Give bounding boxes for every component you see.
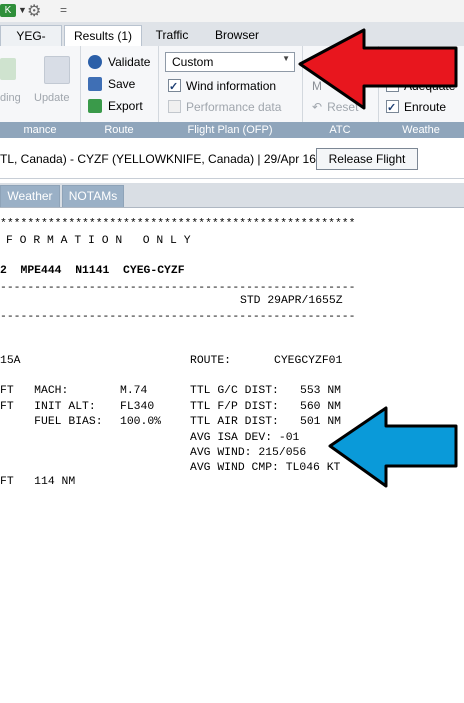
red-arrow-annotation (298, 28, 458, 110)
report-dashes-2: ----------------------------------------… (0, 311, 356, 323)
route-summary: TL, Canada) - CYZF (YELLOWKNIFE, Canada)… (0, 152, 358, 166)
tab-traffic[interactable]: Traffic (142, 25, 202, 45)
report-stars: ****************************************… (0, 218, 356, 230)
save-icon (88, 77, 102, 91)
tab-flight[interactable]: YEG-CYZF (0, 25, 62, 63)
wind-information-label: Wind information (186, 79, 277, 93)
group-label-ofp: Flight Plan (OFP) (158, 122, 302, 138)
wind-information-check-icon (168, 77, 181, 97)
report-route-value: CYEGCYZF01 (274, 355, 343, 367)
report-fuel-row: FT 114 NM (0, 476, 76, 488)
update-icon[interactable] (44, 56, 70, 84)
validate-label: Validate (108, 55, 151, 69)
red-arrow-shape (298, 28, 458, 110)
export-icon (88, 99, 102, 113)
blue-arrow-shape (328, 406, 458, 488)
report-wind-component: AVG WIND CMP: TL046 KT (190, 462, 341, 474)
report-row-right-label: TTL AIR DIST: (190, 416, 279, 428)
report-row-mid: FL340 (120, 401, 155, 413)
report-row-mid: M.74 (120, 385, 148, 397)
gear-icon[interactable]: ⚙ (27, 1, 41, 21)
report-isa-dev: AVG ISA DEV: -01 (190, 432, 300, 444)
dropdown-arrow-icon[interactable]: ▼ (18, 5, 27, 15)
quick-access-toolbar: K ▼ ⚙ = (0, 0, 464, 23)
report-std: STD 29APR/1655Z (240, 295, 343, 307)
report-row-right-label: TTL F/P DIST: (190, 401, 279, 413)
ofp-template-select[interactable]: Custom ▼ (165, 52, 295, 72)
tab-browser[interactable]: Browser (206, 25, 268, 45)
ofp-template-value: Custom (172, 55, 214, 69)
flight-info-bar: TL, Canada) - CYZF (YELLOWKNIFE, Canada)… (0, 138, 464, 179)
report-row-mid: 100.0% (120, 416, 162, 428)
performance-data-checkbox[interactable]: Performance data (168, 97, 281, 117)
group-label-weather: Weathe (378, 122, 464, 138)
update-button[interactable]: Update (34, 92, 69, 104)
group-label-atc: ATC (302, 122, 378, 138)
export-label: Export (108, 99, 143, 113)
report-avg-wind: AVG WIND: 215/056 (190, 447, 307, 459)
ribbon-group-performance: ding Update mance (0, 46, 81, 138)
qa-badge[interactable]: K (0, 4, 16, 17)
customize-toolbar-icon[interactable]: = (60, 3, 67, 17)
validate-button[interactable]: Validate (88, 52, 150, 72)
report-row-left: FUEL BIAS: (0, 416, 103, 428)
export-button[interactable]: Export (88, 96, 143, 116)
group-label-route: Route (80, 122, 158, 138)
wind-information-checkbox[interactable]: Wind information (168, 76, 277, 97)
report-header: F O R M A T I O N O N L Y (6, 235, 191, 247)
save-label: Save (108, 77, 136, 91)
tab-notams[interactable]: NOTAMs (62, 185, 124, 207)
tab-results[interactable]: Results (1) (64, 25, 142, 46)
report-flight-line: 2 MPE444 N1141 CYEG-CYZF (0, 265, 185, 277)
report-route-label: ROUTE: (190, 355, 232, 367)
report-aircraft: 15A (0, 355, 21, 367)
performance-data-check-icon (168, 100, 181, 113)
blue-arrow-annotation (328, 406, 458, 488)
ribbon-group-route: Validate Save Export Route (80, 46, 159, 138)
report-row-right-label: TTL G/C DIST: (190, 385, 279, 397)
report-row-right-value: 553 NM (300, 385, 342, 397)
partial-button-label[interactable]: ding (0, 92, 21, 104)
report-row-left: FT MACH: (0, 385, 69, 397)
ribbon-group-ofp: Custom ▼ Wind information Performance da… (158, 46, 303, 138)
performance-data-label: Performance data (186, 100, 282, 114)
release-flight-button[interactable]: Release Flight (316, 148, 418, 170)
result-subtab-bar: Weather NOTAMs (0, 183, 464, 208)
save-button[interactable]: Save (88, 74, 135, 94)
partial-button-icon[interactable] (0, 58, 16, 80)
tab-weather[interactable]: Weather (0, 185, 60, 207)
chevron-down-icon: ▼ (282, 54, 290, 63)
group-label-performance: mance (0, 122, 80, 138)
validate-icon (88, 55, 102, 69)
report-row-left: FT INIT ALT: (0, 401, 96, 413)
